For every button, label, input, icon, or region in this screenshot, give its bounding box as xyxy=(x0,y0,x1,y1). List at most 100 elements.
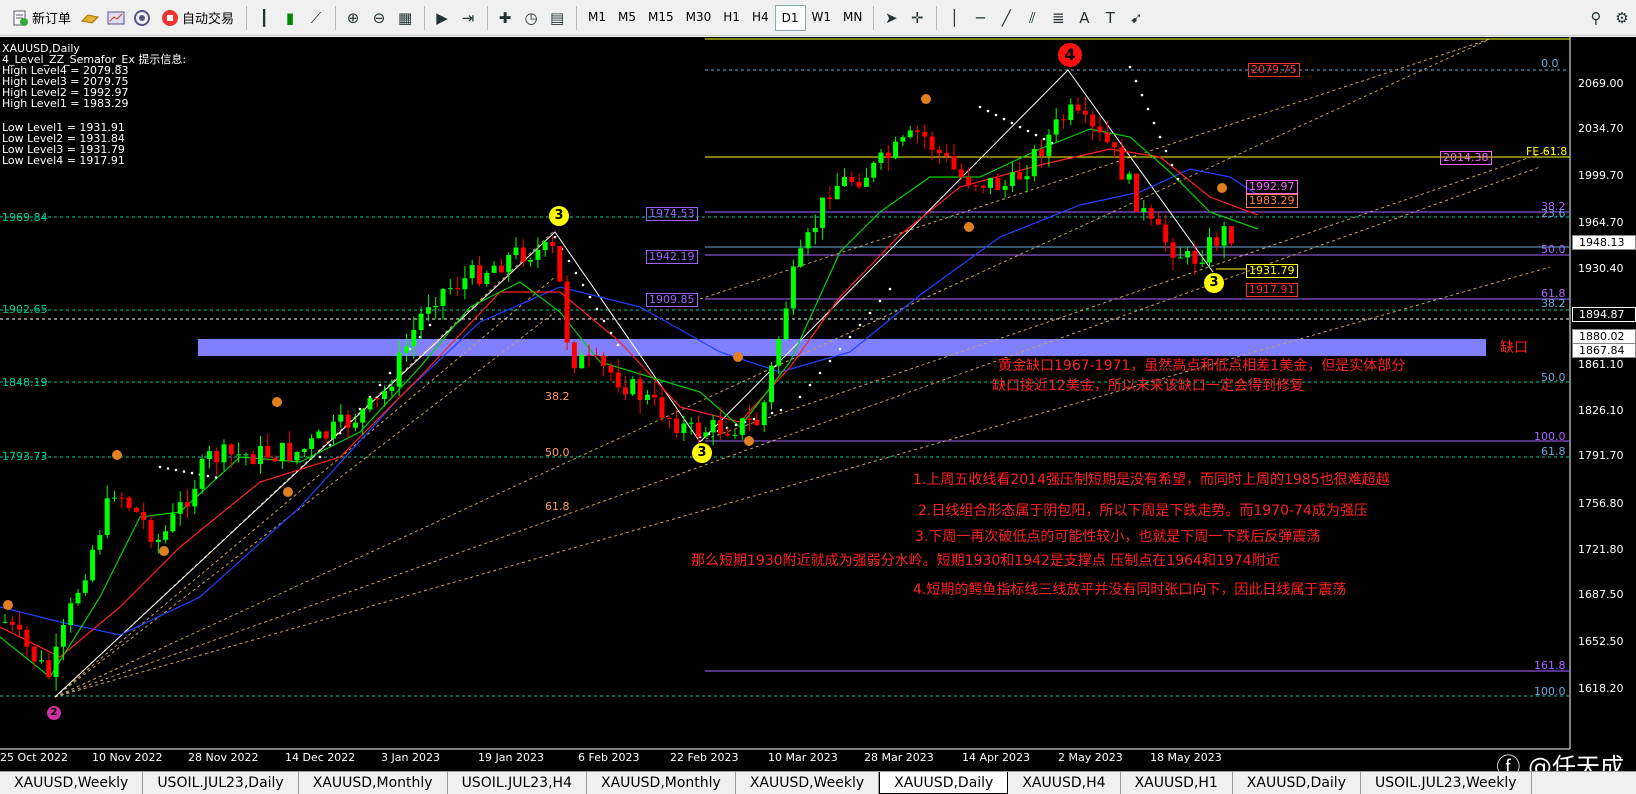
chart-tab[interactable]: XAUUSD,Daily xyxy=(1233,772,1361,794)
signals-icon[interactable] xyxy=(130,6,154,30)
sar-dot xyxy=(770,411,774,415)
sar-dot xyxy=(1152,121,1156,125)
templates-icon[interactable]: ▤ xyxy=(545,6,569,30)
candle-body xyxy=(228,444,234,455)
chart-tab[interactable]: XAUUSD,Daily xyxy=(879,772,1009,794)
horizontal-line-icon[interactable]: ─ xyxy=(968,6,992,30)
note-4: 4.短期的鳄鱼指标线三线放平并没有同时张口向下，因此日线属于震荡 xyxy=(913,582,1347,598)
timeframe-m5[interactable]: M5 xyxy=(612,5,642,29)
trendline-icon[interactable]: ╱ xyxy=(994,6,1018,30)
chart-tab[interactable]: USOIL.JUL23,Daily xyxy=(143,772,299,794)
candle-body xyxy=(893,141,899,159)
chart-tab[interactable]: USOIL.JUL23,Weekly xyxy=(1361,772,1532,794)
semafor-marker: 3 xyxy=(549,206,569,226)
candle-body xyxy=(1126,173,1132,180)
text-icon[interactable]: A xyxy=(1072,6,1096,30)
candle-body xyxy=(316,431,322,439)
sar-dot xyxy=(1140,93,1144,97)
candlestick-icon[interactable]: ▮ xyxy=(278,6,302,30)
chart-tab[interactable]: XAUUSD,Weekly xyxy=(736,772,880,794)
zoom-in-icon[interactable]: ⊕ xyxy=(341,6,365,30)
chart-tab[interactable]: XAUUSD,Monthly xyxy=(587,772,736,794)
timeframe-m15[interactable]: M15 xyxy=(642,5,680,29)
candle-body xyxy=(528,259,534,262)
sar-dot xyxy=(388,371,392,375)
timeframe-h1[interactable]: H1 xyxy=(717,5,746,29)
fib-label: 161.8 xyxy=(1534,659,1566,672)
periods-icon[interactable]: ◷ xyxy=(519,6,543,30)
sar-dot xyxy=(609,331,613,335)
candle-body xyxy=(411,330,417,347)
price-chart[interactable]: XAUUSD,Daily 4_Level_ZZ_Semafor_Ex 提示信息:… xyxy=(0,37,1636,771)
candle-body xyxy=(199,459,205,489)
chart-tab[interactable]: XAUUSD,H4 xyxy=(1008,772,1121,794)
auto-trade-button[interactable]: 自动交易 xyxy=(156,5,239,31)
chart-shift-icon[interactable]: ⇥ xyxy=(456,6,480,30)
candle-body xyxy=(155,539,161,542)
candle-body xyxy=(206,451,212,460)
candle-body xyxy=(812,227,818,233)
candle-body xyxy=(564,281,570,343)
candle-body xyxy=(491,265,497,273)
indicators-icon[interactable]: ✚ xyxy=(493,6,517,30)
candle-body xyxy=(1031,149,1037,177)
candle-body xyxy=(1148,208,1154,219)
bar-chart-icon[interactable]: ┃ xyxy=(252,6,276,30)
sar-dot xyxy=(1010,121,1014,125)
tile-windows-icon[interactable]: ▦ xyxy=(393,6,417,30)
timeframe-d1[interactable]: D1 xyxy=(774,4,806,31)
candle-body xyxy=(520,247,526,262)
candle-body xyxy=(995,177,1001,190)
price-axis-label: 1756.80 xyxy=(1578,497,1624,510)
gold-bars-icon[interactable] xyxy=(78,6,102,30)
market-watch-icon[interactable] xyxy=(104,6,128,30)
timeframe-h4[interactable]: H4 xyxy=(746,5,775,29)
sar-dot xyxy=(734,423,738,427)
candle-body xyxy=(980,185,986,188)
candle-body xyxy=(1104,132,1110,143)
candle-body xyxy=(97,535,103,550)
fibonacci-icon[interactable]: ≣ xyxy=(1046,6,1070,30)
chart-tab[interactable]: XAUUSD,H1 xyxy=(1121,772,1233,794)
new-order-button[interactable]: 新订单 xyxy=(6,5,76,31)
line-chart-icon[interactable]: ⟋ xyxy=(304,6,328,30)
arrows-icon[interactable]: ➹ xyxy=(1124,6,1148,30)
candle-body xyxy=(90,549,96,581)
community-icon[interactable]: ⚙ xyxy=(1610,6,1634,30)
crosshair-icon[interactable]: ✛ xyxy=(905,6,929,30)
candle-body xyxy=(1163,224,1169,243)
timeframe-w1[interactable]: W1 xyxy=(806,5,838,29)
candle-body xyxy=(1134,173,1139,212)
chart-tab[interactable]: USOIL.JUL23,H4 xyxy=(448,772,587,794)
timeframe-mn[interactable]: MN xyxy=(837,5,868,29)
auto-scroll-icon[interactable]: ▶ xyxy=(430,6,454,30)
candle-body xyxy=(907,130,913,138)
chart-tab[interactable]: XAUUSD,Monthly xyxy=(299,772,448,794)
cursor-icon[interactable]: ➤ xyxy=(879,6,903,30)
candle-body xyxy=(1199,262,1205,264)
candle-body xyxy=(951,156,957,170)
candle-body xyxy=(1214,237,1220,246)
sar-dot xyxy=(878,299,882,303)
search-icon[interactable]: ⚲ xyxy=(1584,6,1608,30)
text-label-icon[interactable]: T xyxy=(1098,6,1122,30)
timeframe-m30[interactable]: M30 xyxy=(680,5,718,29)
channel-icon[interactable]: ⫽ xyxy=(1020,6,1044,30)
left-level-label: 1902.65 xyxy=(2,303,48,316)
vertical-line-icon[interactable]: │ xyxy=(942,6,966,30)
price-axis-label: 1652.50 xyxy=(1578,635,1624,648)
candle-body xyxy=(754,419,760,426)
sar-dot xyxy=(567,259,571,263)
semafor-small-marker xyxy=(744,436,754,446)
candle-body xyxy=(674,418,680,434)
note-gap-2: 缺口接近12美金，所以未来该缺口一定会得到修复 xyxy=(992,378,1304,394)
sar-dot xyxy=(206,474,210,478)
candle-body xyxy=(9,621,15,625)
timeframe-m1[interactable]: M1 xyxy=(582,5,612,29)
chart-tab[interactable]: XAUUSD,Weekly xyxy=(0,772,144,794)
sar-dot xyxy=(182,470,186,473)
zoom-out-icon[interactable]: ⊖ xyxy=(367,6,391,30)
fib-label: 100.0 xyxy=(1534,685,1566,698)
fib-label: 50.0 xyxy=(545,446,570,459)
candle-body xyxy=(571,342,577,369)
